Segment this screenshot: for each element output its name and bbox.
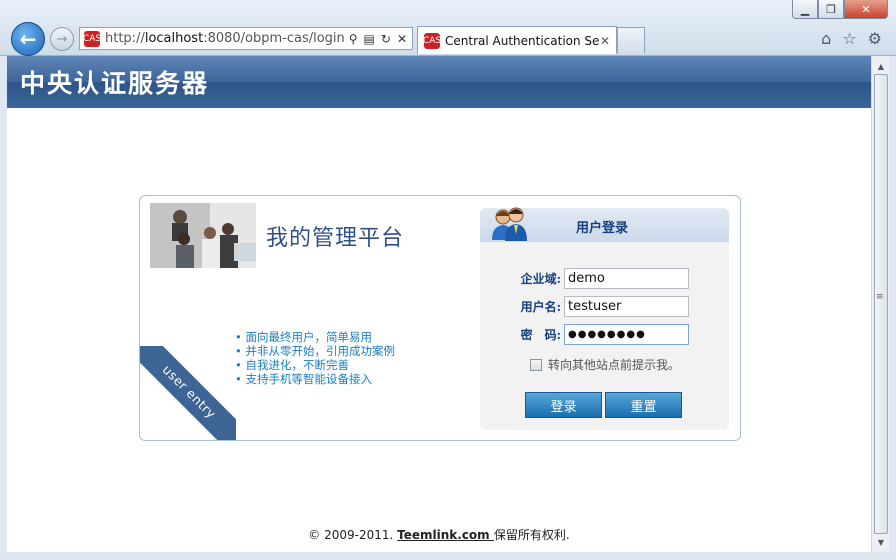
users-icon (492, 207, 527, 241)
ribbon-label: user entry (140, 346, 236, 440)
scroll-up-icon[interactable]: ▲ (873, 58, 889, 74)
tab-close-icon[interactable]: ✕ (600, 34, 610, 48)
login-header: 用户登录 (480, 207, 729, 242)
scroll-thumb[interactable] (874, 74, 888, 534)
url-host: localhost (144, 31, 204, 46)
maximize-button[interactable]: ❐ (818, 0, 844, 19)
username-input[interactable]: testuser (564, 296, 689, 317)
window-controls: ▁ ❐ ✕ (792, 0, 888, 19)
header-banner: 中央认证服务器 (7, 56, 871, 108)
back-button[interactable]: ← (11, 22, 45, 56)
refresh-icon[interactable]: ↻ (381, 32, 391, 46)
teemlink-link[interactable]: Teemlink.com (397, 528, 494, 542)
username-row: 用户名: testuser (502, 296, 689, 317)
address-bar[interactable]: CAS http://localhost:8080/obpm-cas/login… (79, 27, 413, 50)
vertical-scrollbar[interactable]: ▲ ≡ ▼ (871, 56, 889, 552)
feature-item: 并非从零开始，引用成功案例 (235, 344, 395, 358)
reset-button[interactable]: 重置 (605, 392, 682, 418)
page-title: 中央认证服务器 (20, 69, 210, 98)
team-photo (150, 203, 256, 268)
tab-favicon-icon: CAS (423, 32, 441, 49)
login-panel: 我的管理平台 面向最终用户，简单易用 并非从零开始，引用成功案例 自我进化，不断… (139, 195, 741, 441)
close-window-button[interactable]: ✕ (844, 0, 888, 19)
remember-row: 转向其他站点前提示我。 (530, 356, 680, 373)
stop-icon[interactable]: ✕ (397, 32, 407, 46)
login-box: 用户登录 企业域: demo 用户名: testuser 密 码: ●●●●●●… (480, 207, 729, 430)
domain-row: 企业域: demo (502, 268, 689, 289)
browser-tab[interactable]: CAS Central Authentication Se... ✕ (417, 26, 617, 54)
tools-gear-icon[interactable]: ⚙ (868, 29, 882, 48)
username-label: 用户名: (520, 300, 561, 314)
platform-title: 我的管理平台 (266, 226, 405, 251)
feature-item: 支持手机等智能设备接入 (235, 372, 395, 386)
favorites-star-icon[interactable]: ☆ (842, 29, 856, 48)
site-favicon-icon: CAS (83, 30, 101, 47)
search-icon[interactable]: ⚲ (349, 32, 358, 46)
tab-title: Central Authentication Se... (445, 33, 600, 48)
password-label: 密 码: (520, 328, 561, 342)
scroll-grip-icon: ≡ (876, 292, 884, 302)
browser-chrome: ▁ ❐ ✕ ← → CAS http://localhost:8080/obpm… (0, 0, 896, 56)
page-viewport: 中央认证服务器 我的管理平台 面向最终用户，简单易用 并非从零开始，引用成功案例… (7, 56, 871, 552)
minimize-button[interactable]: ▁ (792, 0, 818, 19)
feature-item: 自我进化，不断完善 (235, 358, 395, 372)
footer: © 2009-2011. Teemlink.com 保留所有权利. (7, 526, 871, 543)
rights-text: 保留所有权利. (493, 528, 570, 542)
password-row: 密 码: ●●●●●●●● (502, 324, 689, 345)
compat-view-icon[interactable]: ▤ (364, 32, 375, 46)
forward-button[interactable]: → (50, 27, 74, 51)
domain-label: 企业域: (520, 272, 561, 286)
home-icon[interactable]: ⌂ (821, 29, 831, 48)
feature-list: 面向最终用户，简单易用 并非从零开始，引用成功案例 自我进化，不断完善 支持手机… (235, 330, 395, 386)
copyright-text: © 2009-2011. (308, 528, 398, 542)
address-url[interactable]: http://localhost:8080/obpm-cas/login (105, 31, 349, 46)
forward-arrow-icon: → (56, 31, 68, 47)
back-arrow-icon: ← (19, 27, 37, 51)
login-title: 用户登录 (576, 221, 629, 236)
user-entry-ribbon: user entry (140, 346, 236, 440)
scroll-down-icon[interactable]: ▼ (873, 534, 889, 550)
login-button[interactable]: 登录 (525, 392, 602, 418)
warn-label: 转向其他站点前提示我。 (548, 358, 681, 372)
url-path: :8080/obpm-cas/login (203, 31, 345, 46)
domain-input[interactable]: demo (564, 268, 689, 289)
feature-item: 面向最终用户，简单易用 (235, 330, 395, 344)
password-input[interactable]: ●●●●●●●● (564, 324, 689, 345)
warn-checkbox[interactable] (530, 358, 542, 371)
new-tab-button[interactable] (617, 27, 645, 53)
url-scheme: http:// (105, 31, 145, 46)
